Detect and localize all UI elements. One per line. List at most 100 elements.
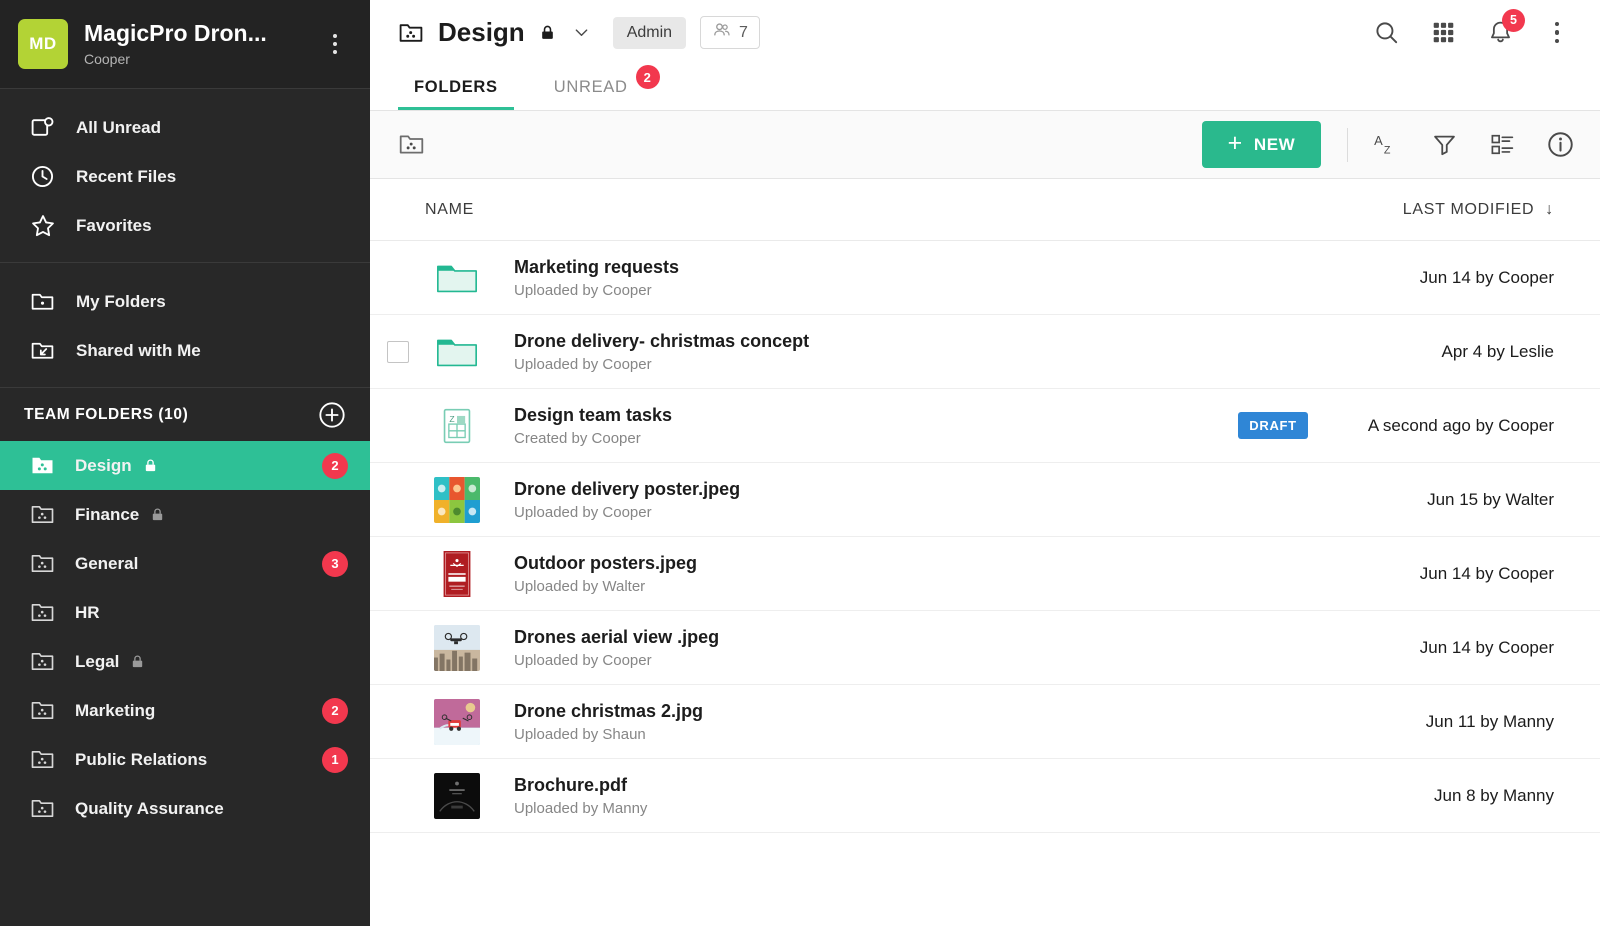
row-text: Outdoor posters.jpeg Uploaded by Walter — [514, 552, 697, 596]
nav-primary: All Unread Recent Files Favorites — [0, 89, 370, 262]
last-modified-value: Jun 15 by Walter — [1427, 490, 1600, 510]
filter-funnel-icon[interactable] — [1428, 129, 1460, 161]
lock-icon — [539, 24, 556, 41]
breadcrumb-team-folder-icon[interactable] — [398, 130, 428, 160]
table-row[interactable]: Brochure.pdf Uploaded by Manny Jun 8 by … — [370, 759, 1600, 833]
workspace-avatar: MD — [18, 19, 68, 69]
people-icon — [712, 20, 732, 45]
sidebar-item-finance[interactable]: Finance — [0, 490, 370, 539]
kebab-vertical-icon[interactable] — [1542, 18, 1572, 48]
column-header-label: LAST MODIFIED — [1403, 201, 1535, 219]
column-header-last-modified[interactable]: LAST MODIFIED ↓ — [1403, 201, 1600, 219]
row-text: Drone delivery- christmas concept Upload… — [514, 330, 809, 374]
last-modified-value: Jun 14 by Cooper — [1420, 268, 1600, 288]
row-text: Drones aerial view .jpeg Uploaded by Coo… — [514, 626, 719, 670]
row-text: Drone delivery poster.jpeg Uploaded by C… — [514, 478, 740, 522]
team-folder-icon — [30, 747, 58, 772]
sort-az-icon[interactable]: AZ — [1370, 129, 1402, 161]
file-name: Outdoor posters.jpeg — [514, 553, 697, 573]
tab-label: UNREAD — [554, 78, 628, 97]
tab-unread-badge: 2 — [636, 65, 660, 89]
sidebar-item-legal[interactable]: Legal — [0, 637, 370, 686]
sidebar-item-label: General — [75, 554, 138, 574]
toolbar-actions: AZ — [1370, 129, 1576, 161]
team-folder-icon — [30, 551, 58, 576]
list-view-icon[interactable] — [1486, 129, 1518, 161]
file-name: Brochure.pdf — [514, 775, 627, 795]
plus-circle-icon[interactable] — [318, 401, 346, 429]
plus-icon: + — [1228, 131, 1243, 156]
sidebar-item-design[interactable]: Design 2 — [0, 441, 370, 490]
tab-unread[interactable]: UNREAD 2 — [538, 65, 644, 110]
kebab-vertical-icon[interactable] — [320, 26, 350, 62]
last-modified-value: Jun 14 by Cooper — [1420, 638, 1600, 658]
sidebar-item-general[interactable]: General 3 — [0, 539, 370, 588]
workspace-header[interactable]: MD MagicPro Dron... Cooper — [0, 0, 370, 89]
info-circle-icon[interactable] — [1544, 129, 1576, 161]
sidebar-item-favorites[interactable]: Favorites — [0, 201, 370, 250]
sidebar-item-quality-assurance[interactable]: Quality Assurance — [0, 784, 370, 833]
unread-badge: 2 — [322, 453, 348, 479]
sidebar-item-label: Quality Assurance — [75, 799, 224, 819]
sidebar-item-all-unread[interactable]: All Unread — [0, 103, 370, 152]
team-folders-list: Design 2 Finance — [0, 441, 370, 833]
column-header-name[interactable]: NAME — [370, 201, 474, 219]
file-meta: Uploaded by Walter — [514, 578, 697, 595]
sidebar-item-shared-with-me[interactable]: Shared with Me — [0, 326, 370, 375]
team-folder-icon — [30, 600, 58, 625]
members-button[interactable]: 7 — [700, 16, 760, 49]
sidebar-item-marketing[interactable]: Marketing 2 — [0, 686, 370, 735]
workspace-title: MagicPro Dron... — [84, 21, 320, 46]
sidebar-item-hr[interactable]: HR — [0, 588, 370, 637]
table-row[interactable]: Z Design team tasks Created by Cooper DR… — [370, 389, 1600, 463]
table-row[interactable]: Outdoor posters.jpeg Uploaded by Walter … — [370, 537, 1600, 611]
last-modified-value: Jun 8 by Manny — [1434, 786, 1600, 806]
shared-folder-icon — [30, 338, 60, 363]
breadcrumb-row: Design Admin 7 — [370, 0, 1600, 65]
lock-icon — [143, 458, 158, 473]
header-actions: 5 — [1371, 18, 1572, 48]
chevron-down-icon[interactable] — [572, 23, 591, 42]
sidebar-item-recent-files[interactable]: Recent Files — [0, 152, 370, 201]
new-button-label: NEW — [1254, 135, 1295, 155]
file-thumbnail — [426, 699, 488, 745]
star-icon — [30, 213, 60, 239]
folder-icon — [426, 255, 488, 301]
page-title: Design — [438, 17, 525, 48]
team-folder-icon — [30, 502, 58, 527]
bell-icon[interactable]: 5 — [1485, 18, 1515, 48]
app-root: MD MagicPro Dron... Cooper All Unread Re… — [0, 0, 1600, 926]
sidebar-item-my-folders[interactable]: My Folders — [0, 277, 370, 326]
unread-badge: 2 — [322, 698, 348, 724]
search-icon[interactable] — [1371, 18, 1401, 48]
role-badge[interactable]: Admin — [613, 17, 686, 49]
grid-apps-icon[interactable] — [1428, 18, 1458, 48]
sort-descending-icon: ↓ — [1545, 201, 1554, 219]
file-meta: Uploaded by Shaun — [514, 726, 703, 743]
sidebar-item-label: My Folders — [76, 292, 166, 312]
my-folder-icon — [30, 289, 60, 314]
sidebar-item-label: Marketing — [75, 701, 155, 721]
table-row[interactable]: Marketing requests Uploaded by Cooper Ju… — [370, 241, 1600, 315]
row-checkbox[interactable] — [387, 341, 409, 363]
clock-icon — [30, 164, 60, 189]
file-name: Marketing requests — [514, 257, 679, 277]
last-modified-value: A second ago by Cooper — [1368, 416, 1600, 436]
last-modified-value: Apr 4 by Leslie — [1442, 342, 1600, 362]
table-row[interactable]: Drone delivery poster.jpeg Uploaded by C… — [370, 463, 1600, 537]
team-folders-count: (10) — [158, 406, 188, 423]
unread-badge: 3 — [322, 551, 348, 577]
team-folders-heading: TEAM FOLDERS — [24, 406, 153, 423]
file-meta: Uploaded by Manny — [514, 800, 647, 817]
nav-secondary: My Folders Shared with Me — [0, 262, 370, 387]
file-thumbnail — [426, 625, 488, 671]
last-modified-value: Jun 11 by Manny — [1426, 712, 1600, 732]
table-row[interactable]: Drones aerial view .jpeg Uploaded by Coo… — [370, 611, 1600, 685]
table-row[interactable]: Drone christmas 2.jpg Uploaded by Shaun … — [370, 685, 1600, 759]
sidebar-item-public-relations[interactable]: Public Relations 1 — [0, 735, 370, 784]
tab-folders[interactable]: FOLDERS — [398, 65, 514, 110]
main-content: Design Admin 7 — [370, 0, 1600, 926]
svg-text:Z: Z — [449, 414, 454, 424]
table-row[interactable]: Drone delivery- christmas concept Upload… — [370, 315, 1600, 389]
new-button[interactable]: + NEW — [1202, 121, 1321, 168]
